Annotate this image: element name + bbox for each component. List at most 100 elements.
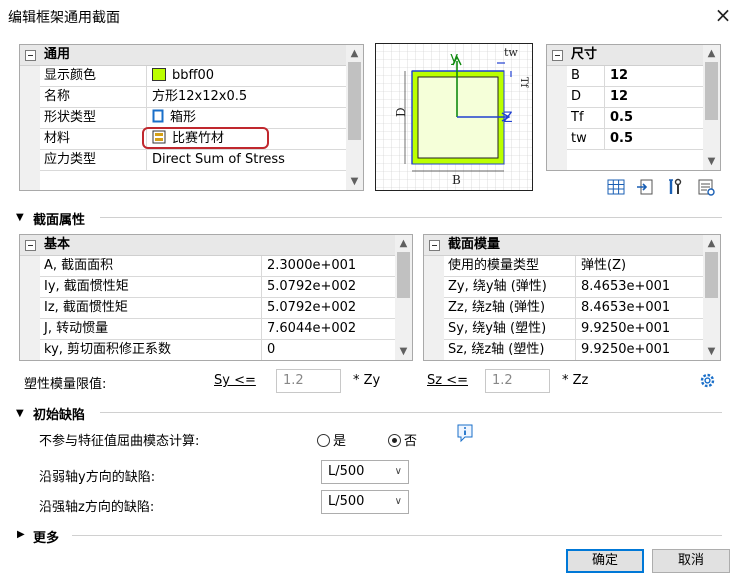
basic-grid-scrollbar[interactable]: ▲ ▼ — [395, 235, 412, 360]
basic-row: Iz, 截面惯性矩 5.0792e+002 — [40, 298, 395, 319]
basic-label: Iy, 截面惯性矩 — [40, 277, 262, 297]
collapse-icon[interactable] — [25, 50, 36, 61]
strong-axis-select[interactable]: L/500 ∨ — [321, 490, 409, 514]
basic-value: 5.0792e+002 — [267, 279, 357, 294]
radio-yes[interactable]: 是 — [317, 430, 346, 449]
strong-axis-value: L/500 — [328, 494, 365, 509]
modulus-label: Sz, 绕z轴 (塑性) — [444, 340, 576, 360]
radio-yes-label: 是 — [333, 434, 347, 449]
general-grid-scrollbar[interactable]: ▲ ▼ — [346, 45, 363, 190]
property-row-color[interactable]: 显示颜色 bbff00 — [40, 66, 346, 87]
dimension-label: B — [567, 66, 605, 86]
basic-value: 0 — [267, 342, 276, 357]
dimension-row-b[interactable]: B 12 — [567, 66, 703, 87]
diagram-tf-label: Tf — [518, 77, 529, 89]
sz-limit-input[interactable]: 1.2 — [485, 369, 550, 393]
sz-suffix: * Zz — [562, 373, 589, 388]
dimension-label: Tf — [567, 108, 605, 128]
basic-group-header[interactable]: 基本 — [20, 235, 395, 256]
dimensions-group-header[interactable]: 尺寸 — [547, 45, 703, 66]
modulus-row[interactable]: 使用的模量类型 弹性(Z) — [444, 256, 703, 277]
table-icon[interactable] — [607, 178, 625, 196]
property-row-shape[interactable]: 形状类型 箱形 — [40, 108, 346, 129]
sy-suffix: * Zy — [353, 373, 381, 388]
section-properties-title[interactable]: 截面属性 — [33, 209, 85, 228]
property-row-stress[interactable]: 应力类型 Direct Sum of Stress — [40, 150, 346, 171]
expand-triangle-icon[interactable]: ▼ — [16, 408, 24, 419]
imperfection-title[interactable]: 初始缺陷 — [33, 404, 85, 423]
general-group-header[interactable]: 通用 — [20, 45, 346, 66]
stress-value: Direct Sum of Stress — [152, 152, 285, 167]
scroll-up-icon[interactable]: ▲ — [703, 45, 720, 62]
grid-gutter — [20, 45, 40, 190]
ok-button[interactable]: 确定 — [566, 549, 644, 573]
scroll-down-icon[interactable]: ▼ — [346, 173, 363, 190]
radio-no-icon[interactable] — [388, 434, 401, 447]
modulus-type-value[interactable]: 弹性(Z) — [576, 256, 703, 276]
dimension-row-tf[interactable]: Tf 0.5 — [567, 108, 703, 129]
modulus-group-title: 截面模量 — [448, 237, 501, 252]
radio-yes-icon[interactable] — [317, 434, 330, 447]
more-title[interactable]: 更多 — [33, 527, 59, 546]
report-icon[interactable] — [697, 178, 715, 196]
weak-axis-select[interactable]: L/500 ∨ — [321, 460, 409, 484]
color-swatch-icon[interactable] — [152, 68, 166, 81]
scroll-thumb[interactable] — [397, 252, 410, 298]
basic-value: 7.6044e+002 — [267, 321, 357, 336]
basic-label: ky, 剪切面积修正系数 — [40, 340, 262, 360]
color-value: bbff00 — [172, 68, 215, 83]
close-icon[interactable]: × — [712, 4, 734, 26]
property-row-name[interactable]: 名称 方形12x12x0.5 — [40, 87, 346, 108]
modulus-property-grid: 截面模量 使用的模量类型 弹性(Z) Zy, 绕y轴 (弹性) 8.4653e+… — [423, 234, 721, 361]
dimensions-grid-scrollbar[interactable]: ▲ ▼ — [703, 45, 720, 170]
scroll-thumb[interactable] — [705, 252, 718, 298]
settings-gear-icon[interactable] — [699, 372, 716, 389]
dimension-value[interactable]: 12 — [605, 66, 703, 86]
cancel-button[interactable]: 取消 — [652, 549, 730, 573]
collapse-icon[interactable] — [552, 50, 563, 61]
chevron-down-icon: ∨ — [394, 496, 402, 507]
scroll-thumb[interactable] — [348, 62, 361, 140]
scroll-down-icon[interactable]: ▼ — [703, 153, 720, 170]
dimension-label: tw — [567, 129, 605, 149]
modulus-row: Zy, 绕y轴 (弹性) 8.4653e+001 — [444, 277, 703, 298]
dimension-value[interactable]: 0.5 — [605, 129, 703, 149]
name-value: 方形12x12x0.5 — [152, 89, 248, 104]
modulus-grid-scrollbar[interactable]: ▲ ▼ — [703, 235, 720, 360]
scroll-thumb[interactable] — [705, 62, 718, 120]
modulus-label: Sy, 绕y轴 (塑性) — [444, 319, 576, 339]
scroll-down-icon[interactable]: ▼ — [703, 343, 720, 360]
shape-value: 箱形 — [170, 110, 197, 125]
collapse-icon[interactable] — [429, 240, 440, 251]
expand-triangle-icon[interactable]: ▼ — [16, 212, 24, 223]
dimensions-group-title: 尺寸 — [571, 47, 598, 62]
dimension-row-d[interactable]: D 12 — [567, 87, 703, 108]
scroll-down-icon[interactable]: ▼ — [395, 343, 412, 360]
modulus-label: Zz, 绕z轴 (弹性) — [444, 298, 576, 318]
dimension-value[interactable]: 12 — [605, 87, 703, 107]
sz-label: Sz <= — [427, 373, 468, 388]
basic-value: 2.3000e+001 — [267, 258, 357, 273]
collapse-icon[interactable] — [25, 240, 36, 251]
property-label: 应力类型 — [40, 150, 147, 170]
scroll-up-icon[interactable]: ▲ — [703, 235, 720, 252]
modulus-value: 8.4653e+001 — [581, 300, 671, 315]
radio-no[interactable]: 否 — [388, 430, 417, 449]
sy-limit-input[interactable]: 1.2 — [276, 369, 341, 393]
general-group-title: 通用 — [44, 47, 71, 62]
diagram-d-label: D — [394, 107, 408, 117]
import-icon[interactable] — [636, 178, 654, 196]
modulus-value: 9.9250e+001 — [581, 321, 671, 336]
dimension-value[interactable]: 0.5 — [605, 108, 703, 128]
modulus-row: Zz, 绕z轴 (弹性) 8.4653e+001 — [444, 298, 703, 319]
dimension-row-tw[interactable]: tw 0.5 — [567, 129, 703, 150]
modulus-row: Sz, 绕z轴 (塑性) 9.9250e+001 — [444, 340, 703, 360]
modulus-group-header[interactable]: 截面模量 — [424, 235, 703, 256]
property-label: 名称 — [40, 87, 147, 107]
tools-icon[interactable] — [666, 178, 684, 196]
scroll-up-icon[interactable]: ▲ — [346, 45, 363, 62]
modulus-label: Zy, 绕y轴 (弹性) — [444, 277, 576, 297]
info-icon[interactable] — [456, 423, 474, 443]
scroll-up-icon[interactable]: ▲ — [395, 235, 412, 252]
collapsed-triangle-icon[interactable]: ▶ — [17, 529, 25, 540]
